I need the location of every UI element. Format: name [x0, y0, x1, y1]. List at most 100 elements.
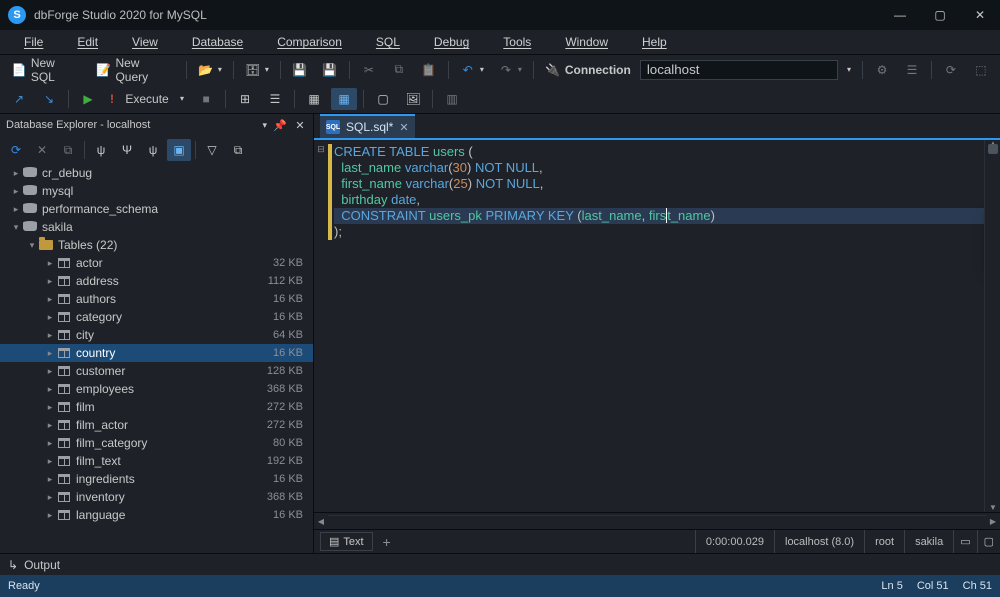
toolbar-icon-d[interactable]: ⬚ — [968, 59, 994, 81]
text-view-tab[interactable]: ▤Text — [320, 532, 373, 551]
editor-status-bar: ▤Text + 0:00:00.029 localhost (8.0) root… — [314, 529, 1000, 553]
tree-row[interactable]: ▸authors16 KB — [0, 290, 313, 308]
title-bar: S dbForge Studio 2020 for MySQL — ▢ ✕ — [0, 0, 1000, 30]
tree-row[interactable]: ▸address112 KB — [0, 272, 313, 290]
funnel-button[interactable]: ▽ — [200, 139, 224, 161]
paste-button[interactable]: 📋 — [416, 59, 442, 81]
tree-row[interactable]: ▾sakila — [0, 218, 313, 236]
folder-open-icon: 📂 — [198, 62, 214, 78]
tree-row[interactable]: ▸employees368 KB — [0, 380, 313, 398]
menu-file[interactable]: File — [8, 32, 59, 52]
panel-close-icon[interactable]: ✕ — [293, 119, 307, 132]
panel-dropdown-icon[interactable]: ▾ — [262, 120, 267, 131]
toolbar-icon-c[interactable]: ⟳ — [938, 59, 964, 81]
tree-row[interactable]: ▸film_category80 KB — [0, 434, 313, 452]
tree-row[interactable]: ▸cr_debug — [0, 164, 313, 182]
filter-b-button[interactable]: Ψ — [115, 139, 139, 161]
new-query-button[interactable]: 📝New Query — [91, 59, 180, 81]
view-toggle-a[interactable]: ▭ — [953, 530, 976, 553]
tree-row[interactable]: ▸city64 KB — [0, 326, 313, 344]
tb2-e[interactable]: ▢ — [370, 88, 396, 110]
connection-dropdown[interactable]: ▾ — [842, 59, 856, 81]
minimize-button[interactable]: — — [880, 0, 920, 30]
redo-button[interactable]: ↷▾ — [493, 59, 527, 81]
menu-help[interactable]: Help — [626, 32, 683, 52]
filter-a-button[interactable]: ψ — [89, 139, 113, 161]
tree-row[interactable]: ▾Tables (22) — [0, 236, 313, 254]
vertical-scrollbar[interactable]: ▲ ▼ — [984, 140, 1000, 512]
run-button[interactable]: ▶ — [75, 88, 101, 110]
stop-icon: ■ — [198, 91, 214, 107]
toolbar-icon-a[interactable]: ⚙ — [869, 59, 895, 81]
tb2-c[interactable]: ▦ — [301, 88, 327, 110]
output-icon: ↳ — [8, 558, 18, 572]
tree-row[interactable]: ▸mysql — [0, 182, 313, 200]
copy-button[interactable]: ⧉ — [386, 59, 412, 81]
output-panel-header[interactable]: ↳ Output — [0, 553, 1000, 575]
add-view-button[interactable]: + — [377, 533, 397, 551]
tb2-b[interactable]: ☰ — [262, 88, 288, 110]
host-cell: localhost (8.0) — [774, 530, 864, 553]
editor-tab[interactable]: SQL SQL.sql* ✕ — [320, 114, 415, 138]
cut-icon: ✂ — [361, 62, 377, 78]
undo-button[interactable]: ↶▾ — [455, 59, 489, 81]
copy-icon: ⧉ — [391, 62, 407, 78]
tree-row[interactable]: ▸language16 KB — [0, 506, 313, 524]
save-button[interactable]: 💾 — [287, 59, 313, 81]
tb2-a[interactable]: ⊞ — [232, 88, 258, 110]
tree-row[interactable]: ▸customer128 KB — [0, 362, 313, 380]
tree-row[interactable]: ▸film_actor272 KB — [0, 416, 313, 434]
cut-button[interactable]: ✂ — [356, 59, 382, 81]
obj-button[interactable]: ⧉ — [226, 139, 250, 161]
refresh-icon: ⟳ — [8, 142, 24, 158]
toolbar-icon-b[interactable]: ☰ — [899, 59, 925, 81]
tb2-d[interactable]: ▦ — [331, 88, 357, 110]
code-editor[interactable]: CREATE TABLE users ( last_name varchar(3… — [328, 140, 984, 512]
db-dropdown-button[interactable]: 🗄▾ — [240, 59, 274, 81]
close-button[interactable]: ✕ — [960, 0, 1000, 30]
refresh-button[interactable]: ⟳ — [4, 139, 28, 161]
tree-row[interactable]: ▸film272 KB — [0, 398, 313, 416]
tree-row[interactable]: ▸actor32 KB — [0, 254, 313, 272]
horizontal-scrollbar[interactable]: ◀ ▶ — [314, 513, 1000, 529]
tree-row[interactable]: ▸film_text192 KB — [0, 452, 313, 470]
save-all-button[interactable]: 💾 — [317, 59, 343, 81]
disconnect-button[interactable]: ✕ — [30, 139, 54, 161]
output-label: Output — [24, 558, 60, 572]
copy-obj-button[interactable]: ⧉ — [56, 139, 80, 161]
tab-close-icon[interactable]: ✕ — [399, 121, 408, 134]
execute-button[interactable]: ! Execute ▾ — [105, 88, 189, 110]
filter-c-button[interactable]: ψ — [141, 139, 165, 161]
tree-row[interactable]: ▸performance_schema — [0, 200, 313, 218]
connection-button[interactable]: 🔌Connection — [540, 59, 636, 81]
stop-button[interactable]: ■ — [193, 88, 219, 110]
open-button[interactable]: 📂▾ — [193, 59, 227, 81]
menu-debug[interactable]: Debug — [418, 32, 485, 52]
filter-d-button[interactable]: ▣ — [167, 139, 191, 161]
tb2-g[interactable]: ▥ — [439, 88, 465, 110]
menu-view[interactable]: View — [116, 32, 174, 52]
pin-icon[interactable]: 📌 — [273, 119, 287, 132]
step-in-button[interactable]: ↘ — [36, 88, 62, 110]
tree-row[interactable]: ▸country16 KB — [0, 344, 313, 362]
maximize-button[interactable]: ▢ — [920, 0, 960, 30]
menu-window[interactable]: Window — [549, 32, 624, 52]
step-out-button[interactable]: ↗ — [6, 88, 32, 110]
tree-row[interactable]: ▸inventory368 KB — [0, 488, 313, 506]
tb2-f[interactable]: 🖼 — [400, 88, 426, 110]
menu-comparison[interactable]: Comparison — [261, 32, 358, 52]
view-toggle-b[interactable]: ▢ — [977, 530, 1000, 553]
new-sql-button[interactable]: 📄New SQL — [6, 59, 87, 81]
elapsed-time: 0:00:00.029 — [695, 530, 774, 553]
tree-row[interactable]: ▸ingredients16 KB — [0, 470, 313, 488]
connection-input[interactable] — [640, 60, 838, 80]
gutter: ⊟ — [314, 140, 328, 512]
tree-row[interactable]: ▸category16 KB — [0, 308, 313, 326]
editor-tabbar: SQL SQL.sql* ✕ — [314, 114, 1000, 138]
menu-edit[interactable]: Edit — [61, 32, 114, 52]
menu-database[interactable]: Database — [176, 32, 259, 52]
save-icon: 💾 — [292, 62, 308, 78]
menu-tools[interactable]: Tools — [487, 32, 547, 52]
explorer-tree[interactable]: ▸cr_debug▸mysql▸performance_schema▾sakil… — [0, 164, 313, 553]
menu-sql[interactable]: SQL — [360, 32, 416, 52]
